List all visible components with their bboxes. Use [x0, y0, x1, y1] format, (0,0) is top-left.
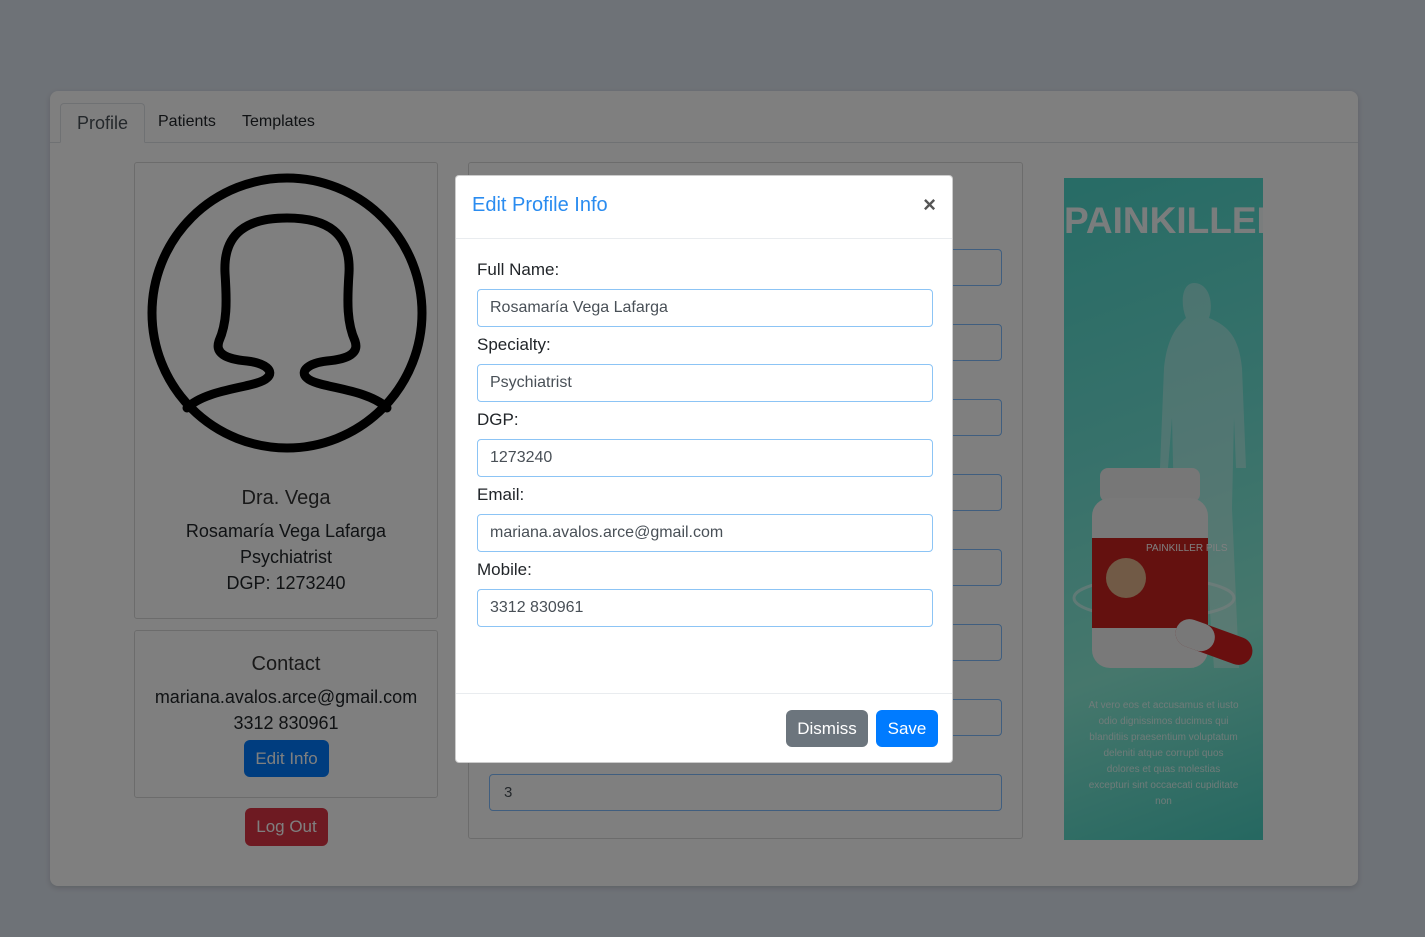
email-field[interactable]: mariana.avalos.arce@gmail.com	[477, 514, 933, 552]
save-button[interactable]: Save	[876, 710, 938, 747]
dgp-field[interactable]: 1273240	[477, 439, 933, 477]
full-name-label: Full Name:	[477, 260, 560, 279]
close-icon[interactable]: ×	[923, 192, 936, 218]
mobile-field[interactable]: 3312 830961	[477, 589, 933, 627]
modal-header: Edit Profile Info ×	[456, 176, 952, 239]
specialty-label: Specialty:	[477, 335, 551, 354]
email-label: Email:	[477, 485, 525, 504]
dismiss-button[interactable]: Dismiss	[786, 710, 868, 747]
modal-title: Edit Profile Info	[472, 194, 608, 216]
edit-profile-modal: Edit Profile Info × Full Name: Rosamaría…	[455, 175, 953, 763]
mobile-label: Mobile:	[477, 560, 532, 579]
modal-footer-divider	[456, 693, 952, 694]
specialty-field[interactable]: Psychiatrist	[477, 364, 933, 402]
dgp-label: DGP:	[477, 410, 519, 429]
full-name-field[interactable]: Rosamaría Vega Lafarga	[477, 289, 933, 327]
